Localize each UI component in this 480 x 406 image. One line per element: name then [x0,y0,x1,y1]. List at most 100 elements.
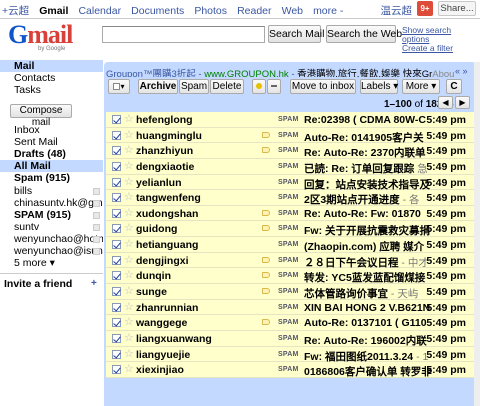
label-color-swatch[interactable] [93,212,100,219]
row-checkbox[interactable] [112,255,121,265]
row-checkbox[interactable] [112,240,121,250]
message-row[interactable]: ☆ liangxuanwang SPAM Re: Auto-Re: 196002内联 … [106,330,474,347]
spam-button[interactable]: Spam [179,79,209,94]
star-icon[interactable]: ☆ [124,316,134,328]
star-icon[interactable]: ☆ [124,348,134,360]
row-checkbox[interactable] [112,365,121,375]
spam-label[interactable]: SPAM [278,163,299,170]
star-icon[interactable]: ☆ [124,285,134,297]
label-color-swatch[interactable] [93,224,100,231]
star-icon[interactable]: ☆ [124,191,134,203]
move-to-inbox-button[interactable]: Move to inbox [290,79,356,94]
web-clip-ad[interactable]: Groupon™團購3折起 - www.GROUPON.hk - 香港購物,旅行… [106,66,454,77]
select-dropdown[interactable]: ▾ [108,79,130,94]
star-icon[interactable]: ☆ [124,129,134,141]
spam-label[interactable]: SPAM [278,194,299,201]
message-row[interactable]: ☆ wanggege SPAM Auto-Re: 0137101 ( G110 5:4… [106,315,474,331]
row-checkbox[interactable] [112,115,121,124]
row-checkbox[interactable] [112,193,121,203]
message-row[interactable]: ☆ huangminglu SPAM Auto-Re: 0141905客户关 5:49… [106,127,474,144]
star-icon[interactable]: ☆ [124,269,134,281]
label-bills[interactable]: bills [0,185,103,197]
toplink-reader[interactable]: Reader [237,5,271,17]
row-checkbox[interactable] [112,287,121,297]
star-icon[interactable]: ☆ [124,144,134,156]
message-row[interactable]: ☆ dengxiaotie SPAM 已読: Re: 订单回复跟踪 急 5:49 pm [106,158,474,175]
label-color-swatch[interactable] [93,236,100,243]
share-button[interactable]: Share... [438,1,476,16]
label-color-swatch[interactable] [93,188,100,195]
spam-label[interactable]: SPAM [278,272,299,279]
spam-label[interactable]: SPAM [278,241,299,248]
row-checkbox[interactable] [112,146,121,156]
spam-label[interactable]: SPAM [278,210,299,217]
toplink-photos[interactable]: Photos [194,5,227,17]
spam-label[interactable]: SPAM [278,335,299,342]
more-labels-link[interactable]: 5 more ▾ [0,257,103,269]
label-color-swatch[interactable] [93,200,100,207]
spam-label[interactable]: SPAM [278,319,299,326]
spam-label[interactable]: SPAM [278,288,299,295]
newer-page-button[interactable]: ◀ [438,96,453,109]
label-spam[interactable]: SPAM (915) [0,209,103,221]
message-row[interactable]: ☆ yelianlun SPAM 回复：站点安装技术指导及 5:49 pm [106,174,474,191]
plus-icon[interactable]: + [91,279,100,289]
labels-dropdown[interactable]: Labels ▾ [360,79,398,94]
label-chinasuntv[interactable]: chinasuntv.hk@gma [0,197,103,209]
show-search-options-link[interactable]: Show search options [402,26,480,44]
mark-not-important-button[interactable] [267,79,281,94]
invite-friend-heading[interactable]: Invite a friend [4,278,72,290]
message-row[interactable]: ☆ dengjingxi SPAM ２８日下午会议日程 - 中才 5:49 pm [106,252,474,269]
search-web-button[interactable]: Search the Web [326,25,402,43]
row-checkbox[interactable] [112,224,121,234]
toplink-calendar[interactable]: Calendar [78,5,121,17]
message-row[interactable]: ☆ tangwenfeng SPAM 2区3期站点开通进度 - 各 5:49 pm [106,190,474,206]
folder-inbox[interactable]: Inbox [0,124,103,136]
spam-label[interactable]: SPAM [278,304,299,311]
star-icon[interactable]: ☆ [124,160,134,172]
label-color-swatch[interactable] [93,248,100,255]
row-checkbox[interactable] [112,318,121,328]
message-row[interactable]: ☆ xiexinjiao SPAM 0186806客户确认单 转罗非 5:49 pm [106,362,474,378]
spam-label[interactable]: SPAM [278,225,299,232]
older-page-button[interactable]: ▶ [455,96,470,109]
nav-mail[interactable]: Mail [0,60,103,72]
star-icon[interactable]: ☆ [124,363,134,375]
spam-label[interactable]: SPAM [278,366,299,373]
ad-url[interactable]: www.GROUPON.hk [204,69,288,77]
toplink-gmail[interactable]: Gmail [39,5,68,17]
row-checkbox[interactable] [112,177,121,187]
nav-tasks[interactable]: Tasks [0,84,103,96]
toplink-plus-user[interactable]: +云超 [2,5,29,17]
row-checkbox[interactable] [112,208,121,218]
ad-title[interactable]: Groupon™團購3折起 [106,69,196,77]
create-filter-link[interactable]: Create a filter [402,44,480,53]
star-icon[interactable]: ☆ [124,301,134,313]
spam-label[interactable]: SPAM [278,147,299,154]
star-icon[interactable]: ☆ [124,176,134,188]
row-checkbox[interactable] [112,349,121,359]
delete-button[interactable]: Delete [210,79,244,94]
refresh-icon[interactable]: C [446,79,462,94]
row-checkbox[interactable] [112,161,121,171]
star-icon[interactable]: ☆ [124,207,134,219]
message-row[interactable]: ☆ zhanrunnian SPAM XIN BAI HONG 2 V.B621N 5… [106,299,474,316]
label-wenyunchao-isuntv[interactable]: wenyunchao@isunt [0,245,103,257]
message-row[interactable]: ☆ hefenglong SPAM Re:02398 ( CDMA 80W-C 5:4… [106,112,474,128]
star-icon[interactable]: ☆ [124,113,134,125]
more-actions-dropdown[interactable]: More ▾ [402,79,440,94]
star-icon[interactable]: ☆ [124,222,134,234]
spam-label[interactable]: SPAM [278,132,299,139]
label-suntv[interactable]: suntv [0,221,103,233]
toplink-more[interactable]: more - [313,5,343,17]
message-row[interactable]: ☆ xudongshan SPAM Re: Auto-Re: Fw: 01870 5:… [106,205,474,222]
gmail-logo[interactable]: Gmail by Google [8,22,73,53]
account-name-link[interactable]: 温云超 [381,3,413,18]
folder-sent-mail[interactable]: Sent Mail [0,136,103,148]
message-row[interactable]: ☆ liangyuejie SPAM Fw: 福田图纸2011.3.24 - 1 5:4… [106,346,474,363]
label-wenyunchao-hotmail[interactable]: wenyunchao@hotm [0,233,103,245]
row-checkbox[interactable] [112,271,121,281]
archive-button[interactable]: Archive [138,79,178,94]
mark-important-button[interactable] [252,79,266,94]
search-mail-button[interactable]: Search Mail [268,25,324,43]
